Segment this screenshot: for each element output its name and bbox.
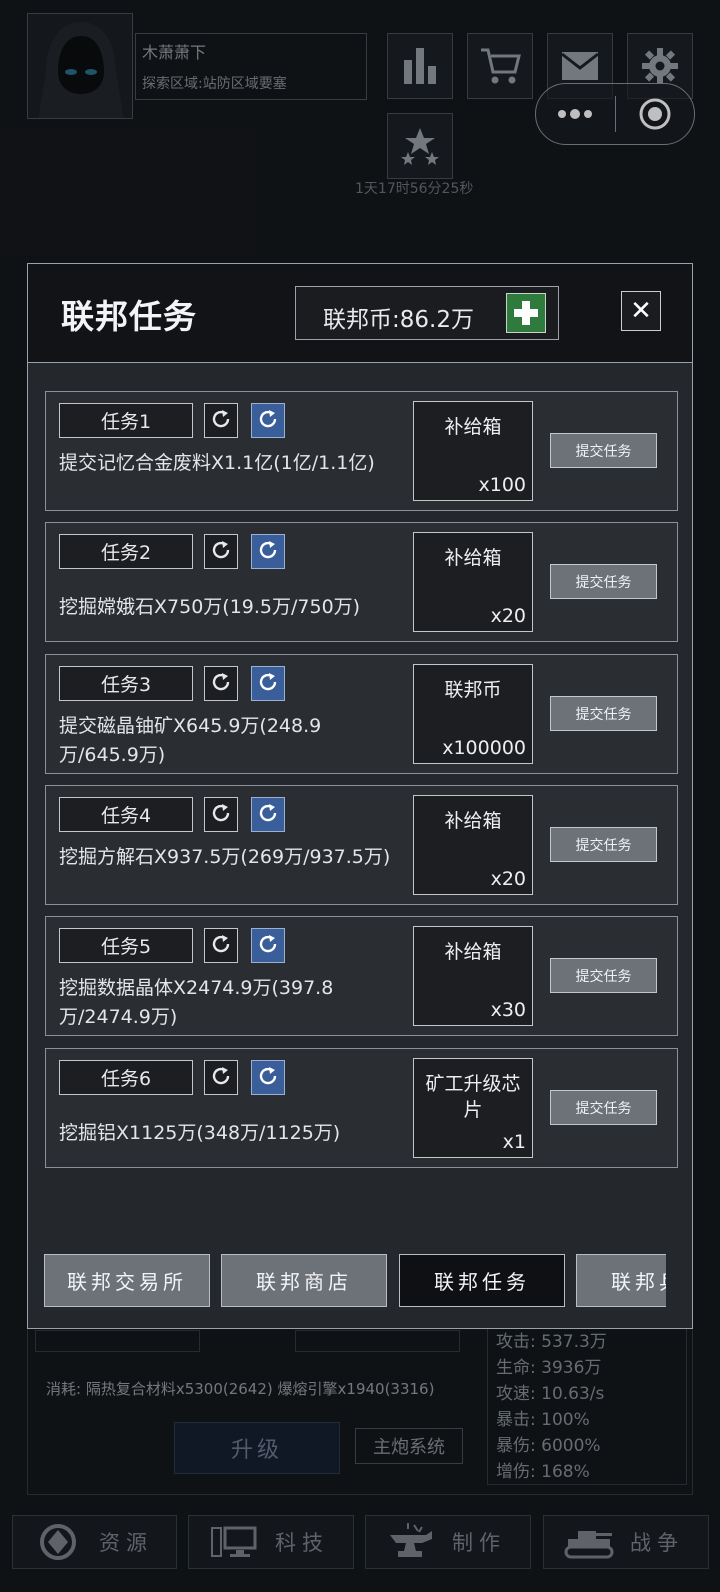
- tab-tasks[interactable]: 联邦任务: [399, 1254, 565, 1307]
- refresh-icon: [256, 670, 280, 698]
- reward-box: 补给箱 x20: [413, 795, 533, 895]
- refresh-button[interactable]: [204, 928, 238, 963]
- task-name: 任务6: [59, 1060, 193, 1095]
- dialog-header: 联邦任务 联邦币:86.2万 ✕: [28, 264, 692, 363]
- submit-task-button[interactable]: 提交任务: [550, 433, 657, 468]
- task-card: 任务4 挖掘方解石X937.5万(269万/937.5万) 补给箱 x20 提交任务: [45, 785, 678, 905]
- coin-balance-label: 联邦币:86.2万: [323, 307, 474, 333]
- reward-name: 补给箱: [444, 810, 502, 832]
- task-name: 任务3: [59, 666, 193, 701]
- free-refresh-button[interactable]: [251, 1060, 285, 1095]
- reward-quantity: x20: [490, 868, 526, 890]
- task-card: 任务1 提交记忆合金废料X1.1亿(1亿/1.1亿) 补给箱 x100 提交任务: [45, 391, 678, 511]
- task-card: 任务3 提交磁晶铀矿X645.9万(248.9万/645.9万) 联邦币 x10000…: [45, 654, 678, 774]
- task-description: 提交记忆合金废料X1.1亿(1亿/1.1亿): [59, 452, 375, 474]
- reward-quantity: x100000: [442, 737, 526, 759]
- refresh-icon: [256, 801, 280, 829]
- refresh-icon: [256, 407, 280, 435]
- submit-task-button[interactable]: 提交任务: [550, 1090, 657, 1125]
- free-refresh-button[interactable]: [251, 403, 285, 438]
- free-refresh-button[interactable]: [251, 797, 285, 832]
- refresh-icon: [256, 538, 280, 566]
- refresh-icon: [209, 670, 233, 698]
- refresh-button[interactable]: [204, 403, 238, 438]
- reward-box: 矿工升级芯片 x1: [413, 1058, 533, 1158]
- task-card: 任务2 挖掘嫦娥石X750万(19.5万/750万) 补给箱 x20 提交任务: [45, 522, 678, 642]
- task-description: 挖掘铝X1125万(348万/1125万): [59, 1122, 341, 1144]
- reward-name: 矿工升级芯片: [425, 1073, 521, 1121]
- refresh-icon: [209, 407, 233, 435]
- task-name: 任务1: [59, 403, 193, 438]
- tab-shop[interactable]: 联邦商店: [221, 1254, 387, 1307]
- refresh-icon: [209, 932, 233, 960]
- reward-box: 联邦币 x100000: [413, 664, 533, 764]
- refresh-icon: [209, 538, 233, 566]
- add-coin-button[interactable]: [506, 293, 546, 333]
- reward-name: 补给箱: [444, 941, 502, 963]
- reward-name: 补给箱: [444, 416, 502, 438]
- refresh-button[interactable]: [204, 1060, 238, 1095]
- task-name: 任务4: [59, 797, 193, 832]
- free-refresh-button[interactable]: [251, 928, 285, 963]
- reward-name: 补给箱: [444, 547, 502, 569]
- refresh-icon: [209, 1064, 233, 1092]
- reward-quantity: x30: [490, 999, 526, 1021]
- reward-name: 联邦币: [444, 679, 502, 701]
- refresh-icon: [256, 1064, 280, 1092]
- federation-task-dialog: 联邦任务 联邦币:86.2万 ✕ 任务1 提交记忆合金废料X1.1亿(1亿/1.1…: [27, 263, 693, 1329]
- coin-balance: 联邦币:86.2万: [295, 286, 559, 340]
- task-name: 任务5: [59, 928, 193, 963]
- free-refresh-button[interactable]: [251, 666, 285, 701]
- tab-exchange[interactable]: 联邦交易所: [44, 1254, 210, 1307]
- refresh-icon: [209, 801, 233, 829]
- reward-box: 补给箱 x20: [413, 532, 533, 632]
- refresh-button[interactable]: [204, 666, 238, 701]
- refresh-button[interactable]: [204, 534, 238, 569]
- dialog-tabs: 联邦交易所 联邦商店 联邦任务 联邦兵: [44, 1254, 666, 1308]
- reward-quantity: x1: [502, 1131, 526, 1153]
- close-icon: ✕: [630, 296, 652, 326]
- reward-box: 补给箱 x30: [413, 926, 533, 1026]
- task-name: 任务2: [59, 534, 193, 569]
- reward-quantity: x20: [490, 605, 526, 627]
- submit-task-button[interactable]: 提交任务: [550, 827, 657, 862]
- task-description: 挖掘方解石X937.5万(269万/937.5万): [59, 846, 391, 868]
- close-button[interactable]: ✕: [621, 291, 661, 331]
- task-card: 任务6 挖掘铝X1125万(348万/1125万) 矿工升级芯片 x1 提交任务: [45, 1048, 678, 1168]
- submit-task-button[interactable]: 提交任务: [550, 958, 657, 993]
- plus-icon: [514, 301, 538, 325]
- task-card: 任务5 挖掘数据晶体X2474.9万(397.8万/2474.9万) 补给箱 x30 提…: [45, 916, 678, 1036]
- refresh-icon: [256, 932, 280, 960]
- tab-more[interactable]: 联邦兵: [576, 1254, 666, 1307]
- submit-task-button[interactable]: 提交任务: [550, 564, 657, 599]
- reward-box: 补给箱 x100: [413, 401, 533, 501]
- task-description: 提交磁晶铀矿X645.9万(248.9万/645.9万): [59, 715, 322, 766]
- refresh-button[interactable]: [204, 797, 238, 832]
- reward-quantity: x100: [478, 474, 526, 496]
- task-description: 挖掘嫦娥石X750万(19.5万/750万): [59, 596, 361, 618]
- free-refresh-button[interactable]: [251, 534, 285, 569]
- dialog-title: 联邦任务: [61, 297, 197, 336]
- task-description: 挖掘数据晶体X2474.9万(397.8万/2474.9万): [59, 977, 334, 1028]
- submit-task-button[interactable]: 提交任务: [550, 696, 657, 731]
